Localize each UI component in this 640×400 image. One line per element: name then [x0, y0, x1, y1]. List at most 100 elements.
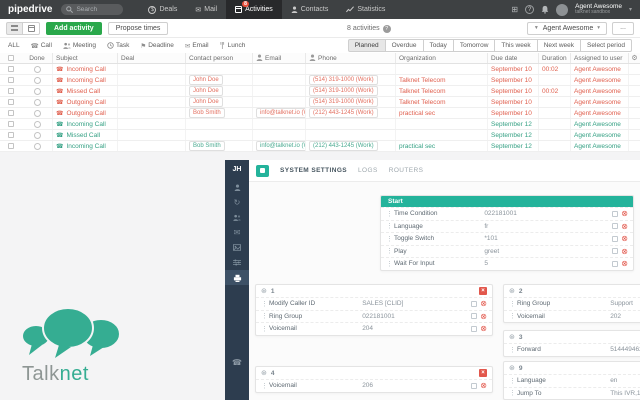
drag-handle-icon[interactable]: ⋮ — [261, 382, 269, 390]
row-checkbox[interactable] — [8, 110, 14, 116]
drag-handle-icon[interactable]: ⋮ — [509, 346, 517, 354]
phone-chip[interactable]: (514) 319-1000 (Work) — [309, 86, 378, 96]
overlay-tab-system-settings[interactable]: SYSTEM SETTINGS — [280, 167, 347, 174]
contact-chip[interactable]: John Doe — [189, 97, 223, 107]
mail-icon[interactable]: ✉ — [225, 225, 249, 240]
email-chip[interactable]: info@talknet.io (Work) — [256, 141, 305, 151]
delete-icon[interactable]: ⊗ — [480, 300, 487, 308]
contact-chip[interactable]: Bob Smith — [189, 108, 225, 118]
period-tab-tomorrow[interactable]: Tomorrow — [453, 39, 496, 52]
column-header-assigned-to-user[interactable]: Assigned to user — [570, 53, 628, 63]
type-filter-call[interactable]: ☎ Call — [31, 42, 52, 50]
nav-item-mail[interactable]: ✉ Mail — [186, 0, 226, 19]
activity-row[interactable]: ☎ Missed Call John Doe (514) 319-1000 (Work… — [0, 86, 640, 97]
activity-row[interactable]: ☎ Incoming Call Bob Smith info@talknet.io (… — [0, 141, 640, 152]
column-header-deal[interactable]: Deal — [117, 53, 185, 63]
activity-row[interactable]: ☎ Incoming Call September 10 00:02 Agent Awe… — [0, 64, 640, 75]
type-filter-lunch[interactable]: Lunch — [220, 42, 245, 49]
drag-handle-icon[interactable]: ⋮ — [261, 300, 269, 308]
list-view-toggle[interactable] — [6, 21, 23, 35]
select-all-checkbox[interactable] — [8, 55, 14, 61]
drag-handle-icon[interactable]: ⋮ — [386, 260, 394, 268]
add-activity-button[interactable]: Add activity — [46, 21, 102, 35]
edit-icon[interactable] — [471, 300, 478, 307]
type-filter-task[interactable]: Task — [107, 42, 129, 49]
period-tab-select-period[interactable]: Select period — [581, 39, 632, 52]
column-header-organization[interactable]: Organization — [395, 53, 487, 63]
edit-icon[interactable] — [471, 382, 478, 389]
help-circle-icon[interactable]: ? — [382, 24, 391, 33]
nav-item-contacts[interactable]: Contacts — [282, 0, 338, 19]
drag-handle-icon[interactable]: ⋮ — [509, 300, 517, 308]
phone-chip[interactable]: (514) 319-1000 (Work) — [309, 75, 378, 85]
user-menu[interactable]: Agent Awesome talknet sandbox — [575, 3, 622, 16]
period-tab-planned[interactable]: Planned — [347, 39, 386, 52]
mark-done-toggle[interactable] — [33, 65, 41, 73]
mark-done-toggle[interactable] — [33, 76, 41, 84]
row-checkbox[interactable] — [8, 121, 14, 127]
menu-grid-button[interactable] — [256, 164, 269, 177]
mark-done-toggle[interactable] — [33, 142, 41, 150]
team-icon[interactable] — [225, 210, 249, 225]
row-checkbox[interactable] — [8, 132, 14, 138]
edit-icon[interactable] — [612, 248, 619, 255]
table-settings-gear-icon[interactable]: ⚙ — [628, 53, 640, 63]
column-header-done[interactable]: Done — [22, 53, 52, 63]
period-tab-overdue[interactable]: Overdue — [385, 39, 424, 52]
drag-handle-icon[interactable]: ⋮ — [386, 247, 394, 255]
activity-row[interactable]: ☎ Outgoing Call Bob Smith info@talknet.io (… — [0, 108, 640, 119]
activity-row[interactable]: ☎ Incoming Call September 12 Agent Awesome — [0, 119, 640, 130]
mark-done-toggle[interactable] — [33, 98, 41, 106]
propose-times-button[interactable]: Propose times — [107, 21, 169, 35]
type-filter-all[interactable]: ALL — [8, 42, 20, 49]
column-header-phone[interactable]: Phone — [305, 53, 395, 63]
search-input[interactable]: Search — [61, 4, 124, 15]
edit-icon[interactable] — [612, 210, 619, 217]
mark-done-toggle[interactable] — [33, 87, 41, 95]
overlay-tab-logs[interactable]: LOGS — [358, 167, 378, 174]
edit-icon[interactable] — [612, 260, 619, 267]
sliders-icon[interactable] — [225, 255, 249, 270]
delete-icon[interactable]: ⊗ — [480, 312, 487, 320]
contact-chip[interactable]: John Doe — [189, 75, 223, 85]
type-filter-deadline[interactable]: ⚑ Deadline — [140, 42, 174, 50]
delete-icon[interactable]: ⊗ — [480, 382, 487, 390]
delete-icon[interactable]: ⊗ — [480, 325, 487, 333]
contact-chip[interactable]: Bob Smith — [189, 141, 225, 151]
edit-icon[interactable] — [612, 235, 619, 242]
edit-icon[interactable] — [471, 313, 478, 320]
calendar-view-toggle[interactable] — [23, 21, 40, 35]
close-panel-icon[interactable]: × — [479, 369, 487, 377]
row-checkbox[interactable] — [8, 77, 14, 83]
phone-chip[interactable]: (212) 443-1245 (Work) — [309, 108, 378, 118]
drag-handle-icon[interactable]: ⋮ — [386, 222, 394, 230]
drag-handle-icon[interactable]: ⋮ — [386, 210, 394, 218]
phone-chip[interactable]: (514) 319-1000 (Work) — [309, 97, 378, 107]
owner-filter-dropdown[interactable]: ▼ Agent Awesome ▾ — [526, 21, 607, 35]
delete-icon[interactable]: ⊗ — [621, 235, 628, 243]
column-header-email[interactable]: Email — [252, 53, 305, 63]
nav-item-activities[interactable]: Activities 8 — [226, 0, 282, 19]
type-filter-email[interactable]: ✉ Email — [185, 42, 209, 50]
edit-icon[interactable] — [471, 325, 478, 332]
edit-icon[interactable] — [612, 223, 619, 230]
phone-chip[interactable]: (212) 443-1245 (Work) — [309, 141, 378, 151]
user-icon[interactable] — [225, 180, 249, 195]
nav-item-deals[interactable]: $ Deals — [139, 0, 186, 19]
drag-handle-icon[interactable]: ⋮ — [509, 312, 517, 320]
overlay-user-initials[interactable]: JH — [233, 160, 242, 180]
drag-handle-icon[interactable]: ⋮ — [261, 325, 269, 333]
period-tab-next-week[interactable]: Next week — [537, 39, 582, 52]
row-checkbox[interactable] — [8, 143, 14, 149]
help-icon[interactable]: ? — [525, 5, 535, 14]
drag-handle-icon[interactable]: ⋮ — [509, 389, 517, 397]
drag-handle-icon[interactable]: ⋮ — [509, 377, 517, 385]
notifications-bell-icon[interactable] — [541, 5, 549, 14]
period-tab-today[interactable]: Today — [423, 39, 454, 52]
activity-row[interactable]: ☎ Missed Call September 12 Agent Awesome — [0, 130, 640, 141]
mark-done-toggle[interactable] — [33, 120, 41, 128]
drag-handle-icon[interactable]: ⋮ — [261, 312, 269, 320]
gallery-icon[interactable] — [225, 240, 249, 255]
delete-icon[interactable]: ⊗ — [621, 210, 628, 218]
mark-done-toggle[interactable] — [33, 109, 41, 117]
